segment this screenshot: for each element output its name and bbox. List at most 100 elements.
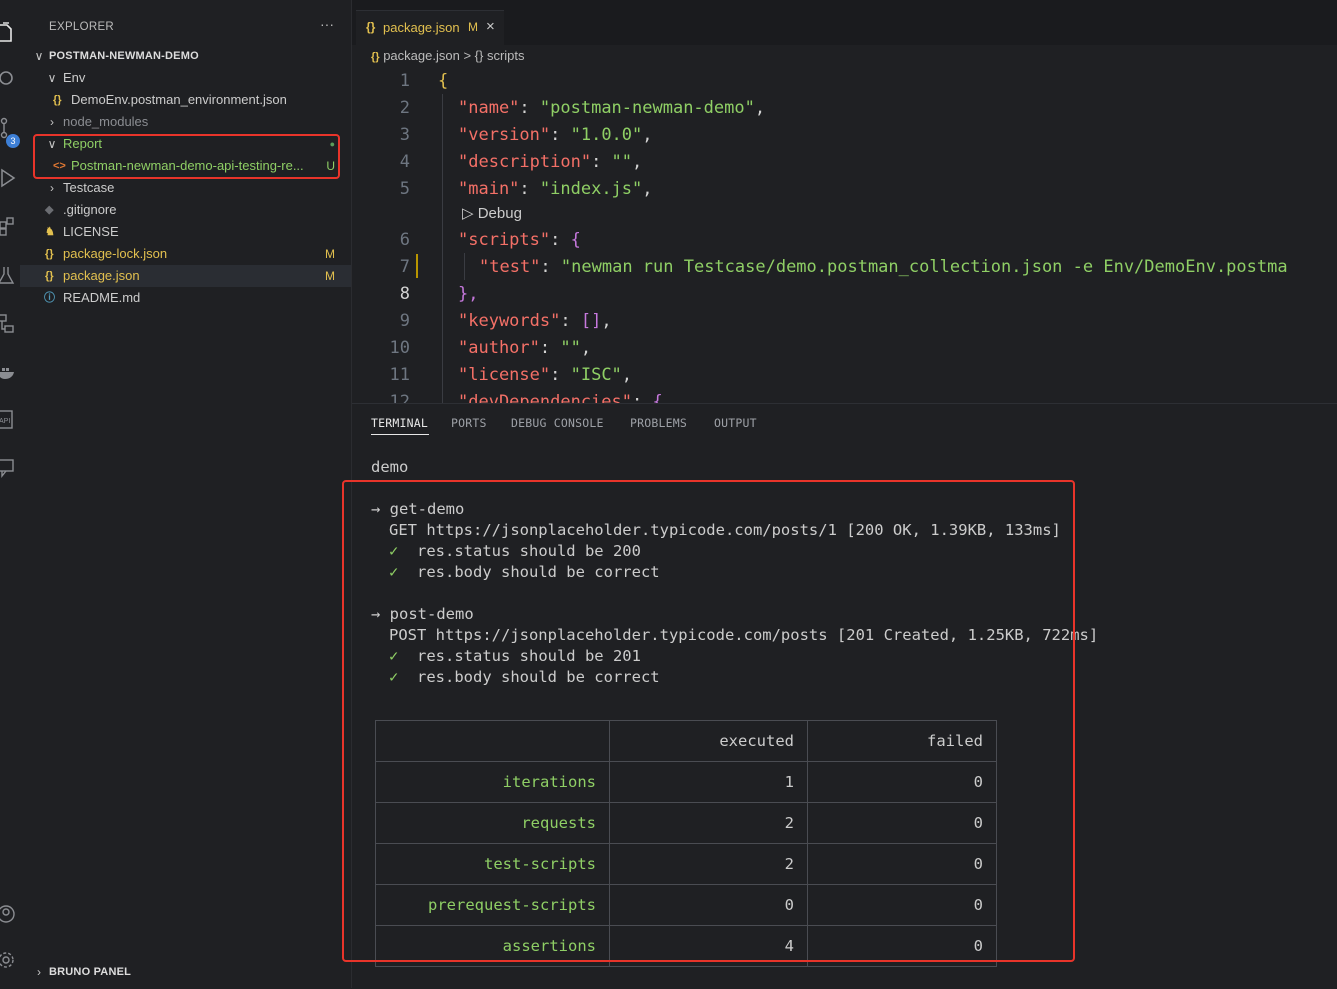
tree-label: Env	[63, 70, 86, 85]
line-number: 9	[399, 311, 410, 331]
tab-modified-badge: M	[468, 20, 478, 34]
request-line: GET https://jsonplaceholder.typicode.com…	[389, 521, 1061, 539]
table-row: test-scripts 2 0	[375, 843, 997, 885]
tab-bar: {} package.json M ×	[352, 0, 1337, 46]
symbol-icon: {}	[474, 48, 484, 63]
breadcrumb-symbol[interactable]: scripts	[487, 48, 525, 63]
code-line: "version": "1.0.0",	[458, 125, 653, 145]
testing-icon[interactable]	[0, 262, 20, 290]
summary-header-row: executed failed	[375, 720, 997, 762]
tree-file-license[interactable]: ♞ LICENSE	[20, 221, 351, 243]
table-cell: 0	[807, 925, 997, 967]
tab-ports[interactable]: PORTS	[451, 416, 487, 430]
close-icon[interactable]: ×	[486, 18, 495, 35]
api-icon[interactable]: API	[0, 406, 20, 434]
breadcrumb: {} package.json > {} scripts	[371, 48, 525, 63]
line-number: 5	[399, 179, 410, 199]
project-folder-header[interactable]: ∨ POSTMAN-NEWMAN-DEMO	[20, 45, 351, 67]
code-line: "license": "ISC",	[458, 365, 633, 385]
tree-label: Testcase	[63, 180, 115, 195]
bottom-panel: TERMINAL PORTS DEBUG CONSOLE PROBLEMS OU…	[342, 403, 1337, 989]
activity-bar: 3 API	[0, 0, 20, 988]
line-number: 1	[399, 71, 410, 91]
table-header	[375, 720, 610, 762]
bruno-panel-title: BRUNO PANEL	[49, 966, 132, 978]
check-icon: ✓	[389, 647, 399, 665]
modified-line-marker	[416, 254, 418, 278]
tab-debug-console[interactable]: DEBUG CONSOLE	[511, 416, 604, 430]
line-number: 10	[389, 338, 410, 358]
license-file-icon: ♞	[45, 226, 55, 238]
table-cell: 0	[807, 884, 997, 926]
tab-terminal[interactable]: TERMINAL	[371, 416, 428, 430]
tree-folder-env[interactable]: ∨ Env	[20, 67, 351, 89]
tree-label: package-lock.json	[63, 246, 168, 261]
table-cell: iterations	[375, 761, 610, 803]
code-line: "main": "index.js",	[458, 179, 653, 199]
line-number: 3	[399, 125, 410, 145]
tree-folder-testcase[interactable]: › Testcase	[20, 177, 351, 199]
chevron-down-icon: ∨	[34, 49, 44, 63]
code-line: "description": "",	[458, 152, 643, 172]
request-line: POST https://jsonplaceholder.typicode.co…	[389, 626, 1099, 644]
line-number: 6	[399, 230, 410, 250]
code-line: "test": "newman run Testcase/demo.postma…	[479, 257, 1288, 277]
line-number: 8	[399, 284, 410, 304]
assertion-text: res.status should be 201	[417, 647, 641, 665]
tab-problems[interactable]: PROBLEMS	[630, 416, 687, 430]
chevron-right-icon: ›	[50, 181, 54, 195]
table-cell: 2	[609, 843, 808, 885]
table-cell: 2	[609, 802, 808, 844]
table-cell: assertions	[375, 925, 610, 967]
more-actions-icon[interactable]: ···	[320, 16, 334, 32]
remote-explorer-icon[interactable]	[0, 310, 20, 338]
terminal-output[interactable]: TERMINAL PORTS DEBUG CONSOLE PROBLEMS OU…	[342, 404, 1337, 989]
account-icon[interactable]	[0, 900, 20, 928]
tree-file-package-lock[interactable]: {} package-lock.json M	[20, 243, 351, 265]
tree-file-package-json[interactable]: {} package.json M	[20, 265, 351, 287]
check-icon: ✓	[389, 668, 399, 686]
table-cell: requests	[375, 802, 610, 844]
table-cell: 1	[609, 761, 808, 803]
report-highlight-box	[33, 134, 340, 179]
tree-label: .gitignore	[63, 202, 117, 217]
table-header: failed	[807, 720, 997, 762]
request-name: → post-demo	[371, 605, 474, 623]
table-cell: prerequest-scripts	[375, 884, 610, 926]
settings-gear-icon[interactable]	[0, 946, 20, 974]
run-debug-icon[interactable]	[0, 164, 20, 192]
summary-table: executed failed iterations 1 0 requests …	[375, 720, 997, 967]
line-number: 4	[399, 152, 410, 172]
tab-output[interactable]: OUTPUT	[714, 416, 757, 430]
tree-label: README.md	[63, 290, 141, 305]
table-cell: 0	[807, 802, 997, 844]
source-control-badge: 3	[6, 134, 20, 148]
explorer-sidebar: EXPLORER ··· ∨ POSTMAN-NEWMAN-DEMO ∨ Env…	[20, 0, 352, 988]
tree-file-demoenv[interactable]: {} DemoEnv.postman_environment.json	[20, 89, 351, 111]
tree-file-gitignore[interactable]: ◆ .gitignore	[20, 199, 351, 221]
extensions-icon[interactable]	[0, 212, 20, 240]
tree-label: node_modules	[63, 114, 149, 129]
check-icon: ✓	[389, 542, 399, 560]
svg-text:API: API	[0, 418, 10, 425]
chevron-right-icon: ›	[37, 965, 41, 979]
table-cell: 0	[807, 761, 997, 803]
comments-icon[interactable]	[0, 454, 20, 482]
modified-badge: M	[325, 269, 335, 283]
bruno-panel-header[interactable]: › BRUNO PANEL	[20, 961, 351, 983]
json-file-icon: {}	[45, 248, 54, 260]
docker-icon[interactable]	[0, 358, 20, 386]
active-tab-underline	[371, 434, 429, 435]
tree-file-readme[interactable]: ⓘ README.md	[20, 287, 351, 309]
explorer-icon[interactable]	[0, 20, 20, 48]
tree-folder-node-modules[interactable]: › node_modules	[20, 111, 351, 133]
json-file-icon: {}	[53, 94, 62, 106]
search-icon[interactable]	[0, 66, 20, 94]
code-line: "keywords": [],	[458, 311, 612, 331]
table-cell: 4	[609, 925, 808, 967]
breadcrumb-file[interactable]: package.json	[383, 48, 460, 63]
chevron-down-icon: ∨	[47, 71, 57, 85]
debug-codelens[interactable]: ▷ Debug	[462, 204, 522, 222]
code-line: },	[458, 284, 479, 304]
tab-package-json[interactable]: {} package.json M ×	[356, 10, 504, 46]
